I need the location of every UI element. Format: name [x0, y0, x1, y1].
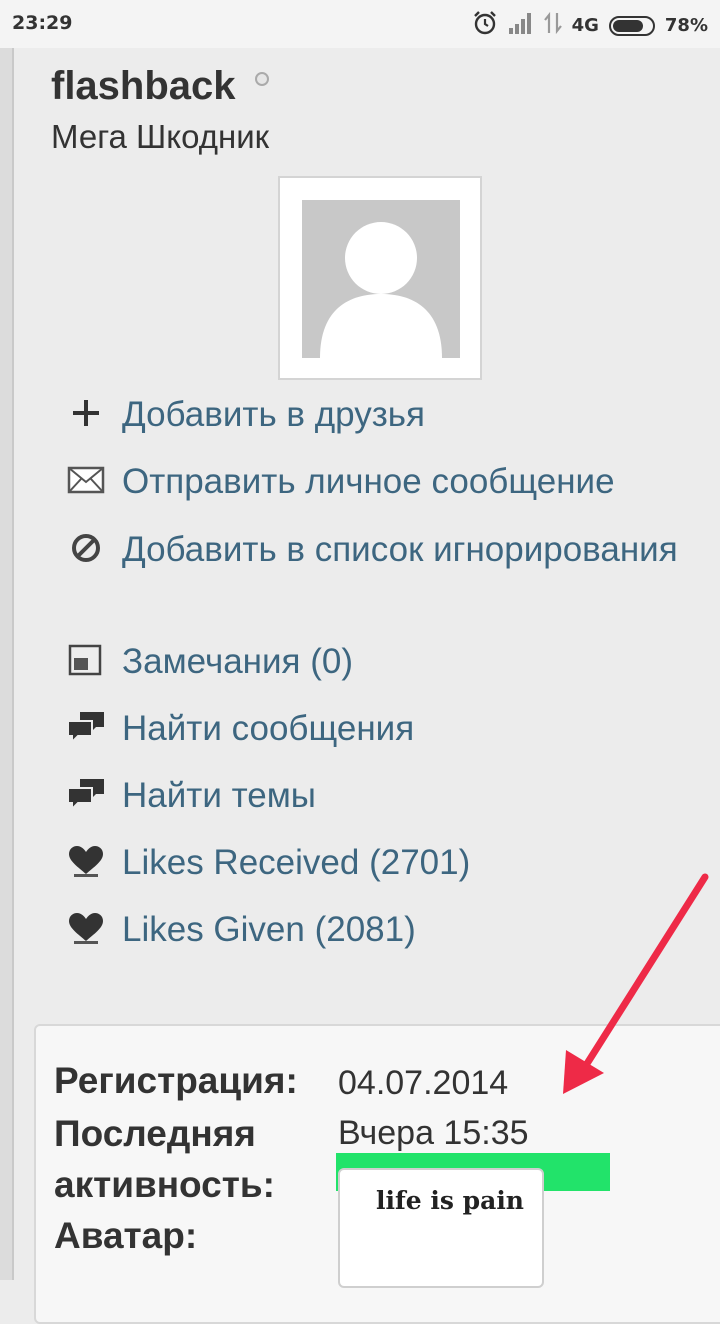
alarm-icon: [472, 10, 498, 41]
find-threads-link[interactable]: Найти темы: [66, 773, 316, 819]
user-title: Мега Шкодник: [51, 118, 270, 155]
block-icon: [66, 531, 106, 565]
registration-date: 04.07.2014: [338, 1064, 509, 1102]
likes-received-label: Likes Received (2701): [122, 843, 471, 882]
likes-received-link[interactable]: Likes Received (2701): [66, 840, 470, 886]
user-avatar-image[interactable]: life is pain: [338, 1168, 544, 1288]
last-activity-label-line2: активность:: [54, 1164, 275, 1205]
warnings-link[interactable]: Замечания (0): [66, 639, 353, 685]
offline-status-icon: [255, 72, 269, 86]
heart-icon: [66, 844, 106, 878]
signal-icon: [508, 12, 534, 39]
avatar-label: Аватар:: [54, 1215, 198, 1256]
chat-bubbles-icon: [66, 777, 106, 812]
add-to-ignore-link[interactable]: Добавить в список игнорирования: [66, 527, 706, 573]
status-icons: 4G 78%: [472, 10, 708, 41]
username[interactable]: flashback: [51, 64, 236, 109]
likes-given-label: Likes Given (2081): [122, 910, 416, 949]
data-transfer-icon: [543, 11, 562, 40]
status-bar: 23:29 4G 78%: [0, 0, 720, 48]
battery-icon: [608, 15, 655, 36]
find-posts-label: Найти сообщения: [122, 709, 415, 748]
send-message-link[interactable]: Отправить личное сообщение: [66, 459, 615, 505]
registration-label: Регистрация:: [54, 1060, 298, 1101]
envelope-icon: [66, 463, 106, 497]
add-friend-link[interactable]: Добавить в друзья: [66, 392, 425, 438]
likes-given-link[interactable]: Likes Given (2081): [66, 907, 416, 953]
warnings-label: Замечания (0): [122, 642, 354, 681]
add-friend-label: Добавить в друзья: [122, 395, 425, 434]
add-to-ignore-label: Добавить в список игнорирования: [122, 530, 678, 569]
network-type: 4G: [571, 15, 599, 36]
chat-bubbles-icon: [66, 710, 106, 745]
find-posts-link[interactable]: Найти сообщения: [66, 706, 414, 752]
last-activity-value: Вчера 15:35: [338, 1114, 529, 1152]
warning-note-icon: [66, 643, 106, 677]
profile-avatar[interactable]: [278, 176, 482, 380]
default-avatar-icon: [302, 200, 460, 358]
find-threads-label: Найти темы: [122, 776, 316, 815]
last-activity-label-line1: Последняя: [54, 1113, 256, 1154]
plus-icon: [66, 396, 106, 430]
profile-sidebar: flashback Мега Шкодник Добавить в друзья…: [0, 48, 720, 1324]
send-message-label: Отправить личное сообщение: [122, 462, 615, 501]
heart-icon: [66, 911, 106, 945]
battery-percent: 78%: [664, 15, 708, 36]
avatar-image-text: life is pain: [376, 1186, 524, 1215]
status-time: 23:29: [12, 12, 73, 34]
